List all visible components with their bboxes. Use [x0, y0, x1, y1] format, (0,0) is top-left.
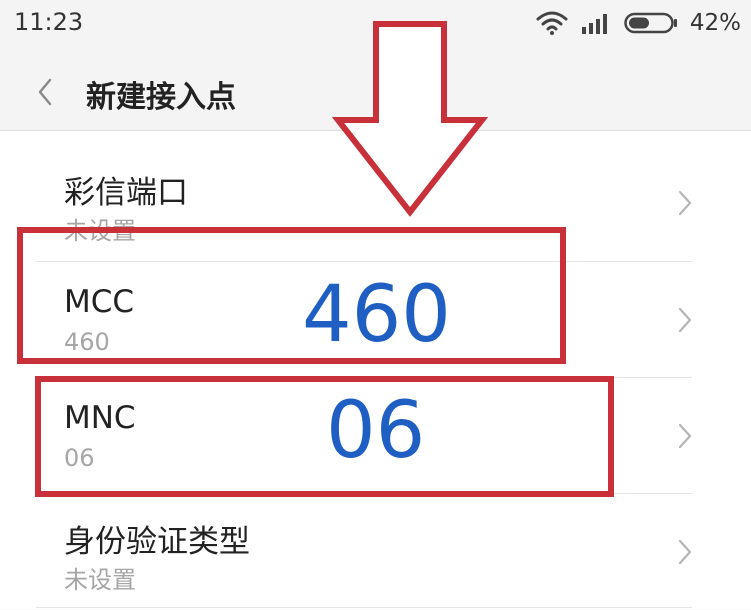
item-title: MNC — [64, 400, 136, 436]
list-item-mcc[interactable]: MCC 460 — [0, 262, 751, 378]
battery-icon — [624, 11, 678, 35]
status-time: 11:23 — [14, 8, 84, 36]
list-item-auth-type[interactable]: 身份验证类型 未设置 — [0, 494, 751, 610]
chevron-right-icon — [676, 422, 694, 450]
chevron-right-icon — [676, 306, 694, 334]
divider — [36, 607, 692, 608]
page-title: 新建接入点 — [86, 80, 236, 115]
settings-list: 彩信端口 未设置 MCC 460 MNC 06 身份验证类型 未设置 — [0, 131, 751, 609]
list-item-mms-port[interactable]: 彩信端口 未设置 — [0, 145, 751, 261]
item-value: 460 — [64, 328, 110, 356]
chevron-left-icon — [28, 78, 68, 118]
list-item-mnc[interactable]: MNC 06 — [0, 378, 751, 494]
item-title: MCC — [64, 284, 135, 320]
battery-percent: 42% — [689, 10, 741, 36]
chevron-right-icon — [676, 189, 694, 217]
item-title: 身份验证类型 — [64, 524, 250, 560]
item-value: 未设置 — [64, 566, 136, 594]
status-icons: 42% — [536, 8, 741, 38]
item-value: 06 — [64, 444, 95, 472]
item-title: 彩信端口 — [64, 175, 188, 211]
status-bar: 11:23 42% — [0, 0, 751, 52]
item-value: 未设置 — [64, 217, 136, 245]
wifi-icon — [536, 11, 568, 35]
chevron-right-icon — [676, 538, 694, 566]
back-button[interactable] — [28, 70, 68, 114]
app-header: 新建接入点 — [0, 52, 751, 131]
signal-icon — [580, 11, 612, 35]
